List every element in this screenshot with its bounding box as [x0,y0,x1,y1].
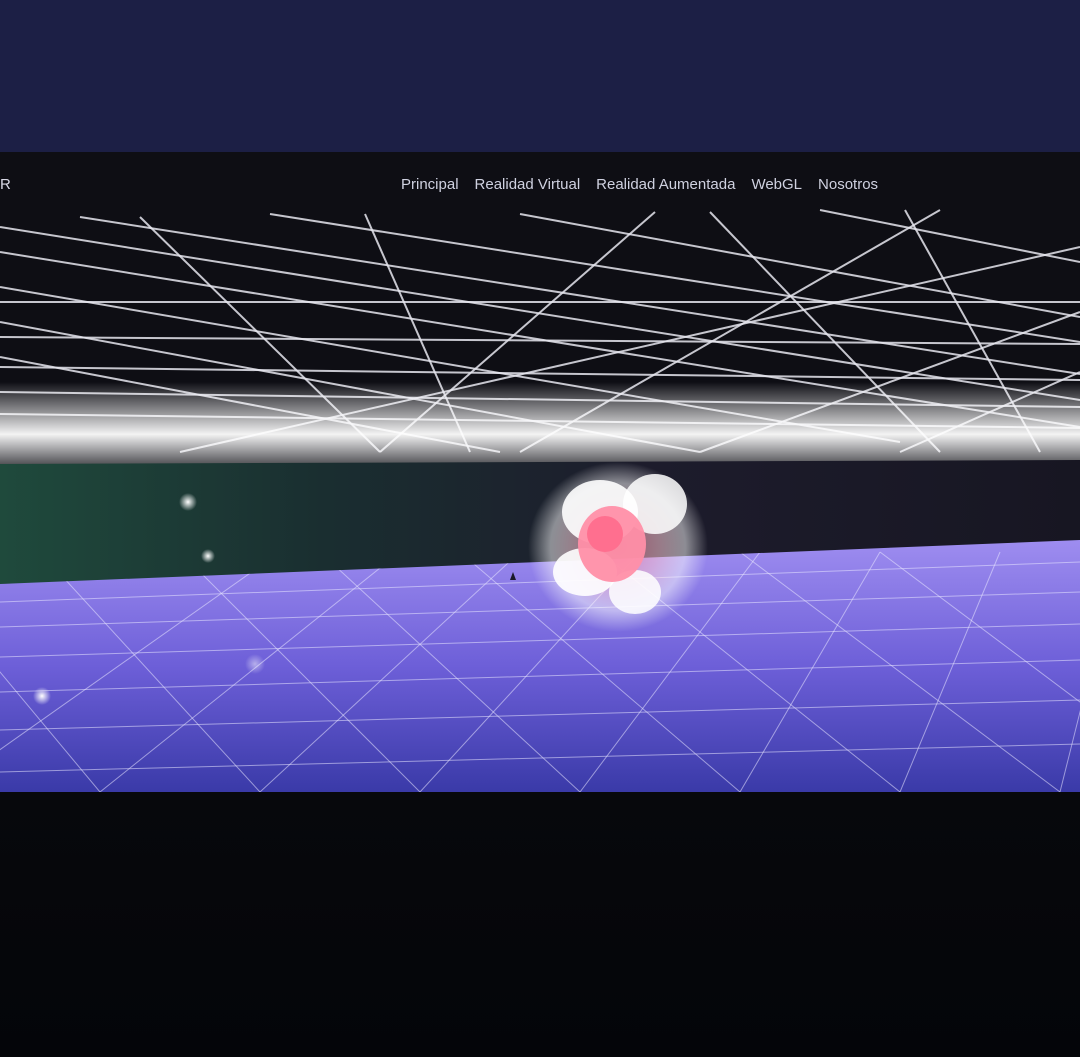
light-particle [201,549,215,563]
nav-link-realidad-virtual[interactable]: Realidad Virtual [475,176,581,193]
nav-link-nosotros[interactable]: Nosotros [818,176,878,193]
nav-link-webgl[interactable]: WebGL [751,176,802,193]
nav-menu: Principal Realidad Virtual Realidad Aume… [401,176,878,193]
site-navbar: R Principal Realidad Virtual Realidad Au… [0,170,1080,200]
webgl-scene-canvas[interactable] [0,152,1080,792]
video-top-frame [0,0,1080,152]
light-particle [245,654,265,674]
nav-link-realidad-aumentada[interactable]: Realidad Aumentada [596,176,735,193]
glowing-3d-object[interactable] [528,462,708,632]
light-particle [179,493,197,511]
video-bottom-frame [0,792,1080,1057]
mouse-cursor [510,572,516,580]
webgl-page: R Principal Realidad Virtual Realidad Au… [0,152,1080,792]
nav-link-principal[interactable]: Principal [401,176,459,193]
light-particle [33,687,51,705]
site-brand[interactable]: R [0,176,11,193]
